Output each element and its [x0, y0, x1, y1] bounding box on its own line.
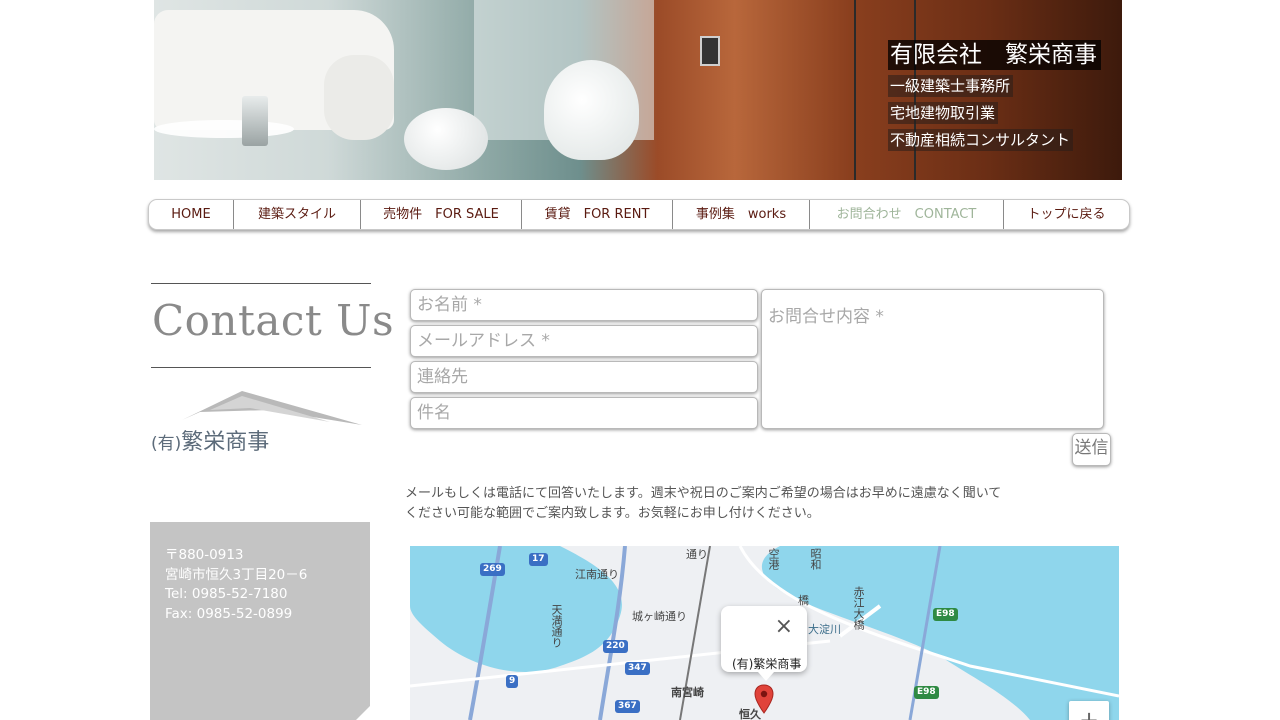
logo-name: 繁栄商事 [181, 430, 270, 455]
title-rule-bottom [151, 367, 371, 368]
banner-lamp [404, 108, 488, 170]
map-label: 城ヶ崎通り [632, 610, 687, 623]
roof-logo-icon [182, 391, 362, 425]
route-shield: 9 [506, 675, 519, 688]
map-label: 通り [686, 548, 708, 561]
route-shield: 269 [480, 563, 505, 576]
phone-field[interactable] [410, 361, 758, 393]
map-pin-icon[interactable] [754, 684, 774, 714]
map-label: 江南通り [575, 568, 619, 581]
banner-coffee-press [242, 96, 268, 146]
company-name: 有限会社 繁栄商事 [888, 40, 1101, 70]
map-label: 昭和 [809, 548, 822, 570]
route-shield: 347 [625, 662, 650, 675]
contact-notice: メールもしくは電話にて回答いたします。週末や祝日のご案内ご希望の場合はお早めに遠… [405, 486, 1002, 521]
map-label-station: 南宮崎 [671, 686, 704, 699]
company-line-realestate: 宅地建物取引業 [888, 102, 999, 124]
banner-table [154, 120, 294, 138]
logo-prefix: (有) [151, 434, 182, 454]
map-info-popup: × (有)繁栄商事 [721, 606, 807, 672]
submit-button[interactable]: 送信 [1072, 433, 1111, 466]
close-icon[interactable]: × [775, 614, 793, 640]
route-shield: 220 [603, 640, 628, 653]
route-shield: 367 [615, 700, 640, 713]
name-field[interactable] [410, 289, 758, 321]
address-box: 〒880-0913 宮崎市恒久3丁目20－6 Tel: 0985-52-7180… [150, 522, 370, 720]
company-line-architect: 一級建築士事務所 [888, 75, 1014, 97]
nav-item-contact[interactable]: お問合わせ CONTACT [810, 200, 1004, 229]
map-embed[interactable]: 江南通り 城ヶ崎通り 天満通り 大淀川 赤江大橋 南宮崎 恒久 通り 空港 昭和… [410, 546, 1119, 720]
company-heading: 有限会社 繁栄商事 一級建築士事務所 宅地建物取引業 不動産相続コンサルタント [888, 40, 1101, 151]
nav-item-top[interactable]: トップに戻る [1004, 200, 1129, 229]
company-line-consultant: 不動産相続コンサルタント [888, 129, 1074, 151]
company-logo-text: (有)繁栄商事 [151, 424, 269, 456]
address: 宮崎市恒久3丁目20－6 [165, 566, 308, 583]
nav-item-for-sale[interactable]: 売物件 FOR SALE [361, 200, 522, 229]
postal-code: 〒880-0913 [165, 547, 244, 563]
banner-switch [700, 36, 720, 66]
fax: Fax: 0985-52-0899 [165, 605, 293, 622]
route-shield: E98 [914, 686, 939, 699]
zoom-in-button[interactable]: + [1069, 701, 1109, 720]
banner-sofa-arm [324, 55, 394, 140]
map-label: 大淀川 [808, 623, 841, 636]
map-label: 空港 [767, 548, 780, 570]
title-rule-top [151, 283, 371, 284]
map-popup-tip [758, 672, 774, 681]
banner-rail [854, 0, 856, 180]
banner-chair [544, 60, 639, 160]
map-label: 赤江大橋 [852, 586, 865, 630]
main-nav: HOME 建築スタイル 売物件 FOR SALE 賃貸 FOR RENT 事例集… [148, 199, 1130, 230]
map-popup-text: (有)繁栄商事 [732, 657, 802, 671]
page-curl-corner [356, 706, 370, 720]
nav-item-style[interactable]: 建築スタイル [234, 200, 361, 229]
message-field[interactable] [761, 289, 1104, 429]
route-shield: E98 [933, 608, 958, 621]
nav-item-works[interactable]: 事例集 works [673, 200, 810, 229]
nav-item-home[interactable]: HOME [149, 200, 234, 229]
phone: Tel: 0985-52-7180 [165, 586, 288, 602]
nav-item-for-rent[interactable]: 賃貸 FOR RENT [522, 200, 673, 229]
route-shield: 17 [529, 553, 548, 566]
page-title: Contact Us [152, 296, 395, 345]
subject-field[interactable] [410, 397, 758, 429]
email-field[interactable] [410, 325, 758, 357]
map-water-river [410, 546, 622, 672]
map-label: 天満通り [550, 604, 563, 648]
